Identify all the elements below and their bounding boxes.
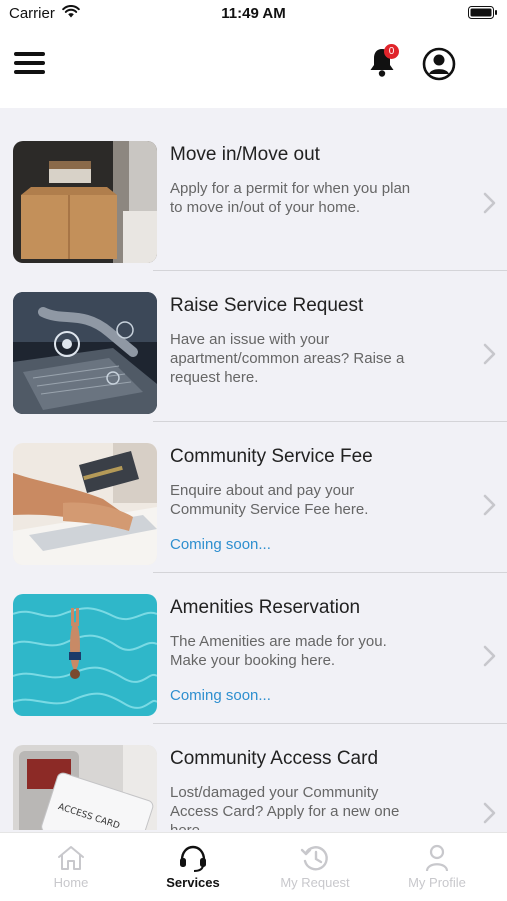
- tab-label: Services: [166, 875, 220, 890]
- divider: [153, 421, 507, 422]
- access-card-photo: ACCESS CARD: [13, 745, 157, 830]
- chevron-right-icon: [483, 494, 496, 516]
- service-description: Lost/damaged your Community Access Card?…: [170, 784, 400, 830]
- chevron-right-icon: [483, 802, 496, 824]
- service-card-amenities[interactable]: Amenities Reservation The Amenities are …: [0, 575, 507, 725]
- account-circle-icon[interactable]: [422, 47, 456, 81]
- laptop-service-photo: [13, 292, 157, 414]
- status-bar: Carrier 11:49 AM: [0, 0, 507, 24]
- service-card-community-fee[interactable]: Community Service Fee Enquire about and …: [0, 424, 507, 574]
- divider: [153, 723, 507, 724]
- card-payment-photo: [13, 443, 157, 565]
- notification-badge: 0: [384, 44, 399, 59]
- service-title: Community Service Fee: [170, 446, 373, 467]
- tab-my-request[interactable]: My Request: [252, 833, 378, 901]
- service-title: Amenities Reservation: [170, 597, 361, 618]
- service-card-access-card[interactable]: ACCESS CARD Community Access Card Lost/d…: [0, 726, 507, 830]
- swimming-pool-photo: [13, 594, 157, 716]
- service-description: Enquire about and pay your Community Ser…: [170, 482, 369, 518]
- moving-box-photo: [13, 141, 157, 263]
- person-icon: [425, 844, 449, 872]
- tab-home[interactable]: Home: [8, 833, 134, 901]
- chevron-right-icon: [483, 192, 496, 214]
- divider: [153, 270, 507, 271]
- headset-icon: [180, 845, 206, 872]
- chevron-right-icon: [483, 343, 496, 365]
- service-card-move-in-out[interactable]: Move in/Move out Apply for a permit for …: [0, 122, 507, 272]
- service-title: Community Access Card: [170, 748, 379, 769]
- service-description: Have an issue with your apartment/common…: [170, 331, 405, 386]
- tab-label: My Profile: [408, 875, 466, 890]
- chevron-right-icon: [483, 645, 496, 667]
- service-title: Move in/Move out: [170, 144, 320, 165]
- service-card-raise-request[interactable]: Raise Service Request Have an issue with…: [0, 273, 507, 423]
- divider: [153, 572, 507, 573]
- home-icon: [58, 846, 84, 870]
- history-icon: [300, 846, 328, 871]
- service-title: Raise Service Request: [170, 295, 364, 316]
- tab-my-profile[interactable]: My Profile: [374, 833, 500, 901]
- tab-label: My Request: [280, 875, 350, 890]
- status-time: 11:49 AM: [221, 5, 286, 22]
- service-description: Apply for a permit for when you plan to …: [170, 180, 411, 216]
- service-description: The Amenities are made for you. Make you…: [170, 633, 387, 669]
- tab-label: Home: [53, 875, 89, 890]
- tab-services[interactable]: Services: [130, 833, 256, 901]
- battery-icon: [468, 6, 497, 19]
- coming-soon-label: Coming soon...: [170, 536, 271, 553]
- hamburger-menu-icon[interactable]: [14, 50, 46, 76]
- notifications-button[interactable]: 0: [368, 44, 400, 80]
- coming-soon-label: Coming soon...: [170, 687, 271, 704]
- service-list: Move in/Move out Apply for a permit for …: [0, 122, 507, 830]
- bottom-tab-bar: Home Services My Request My Profile: [0, 832, 507, 901]
- app-header: 0: [0, 24, 507, 108]
